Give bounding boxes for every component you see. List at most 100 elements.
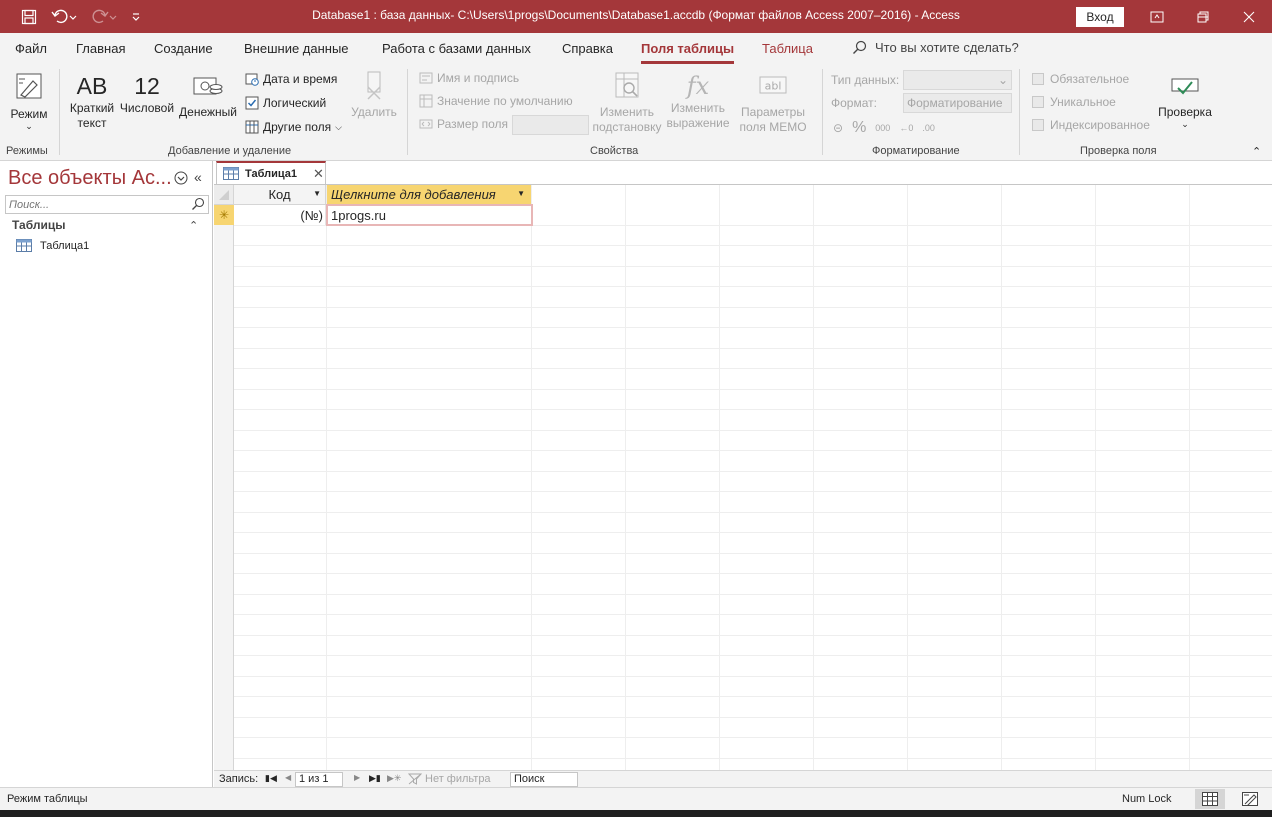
required-checkbox[interactable]: Обязательное [1032,72,1129,86]
modify-lookups-button[interactable]: Изменить подстановку [592,71,662,135]
first-record-icon[interactable]: ▮◀ [265,773,277,784]
nav-item-label: Таблица1 [40,239,90,252]
table-fields-icon [245,120,259,134]
validation-icon [1171,78,1199,95]
record-selector-column[interactable] [214,185,234,771]
cell-new-field-editing[interactable]: 1progs.ru [326,204,533,226]
next-record-icon[interactable]: ▶ [354,773,360,782]
format-select[interactable]: Форматирование [903,93,1012,113]
datasheet-view-button[interactable] [1195,789,1225,809]
increase-decimals-icon[interactable]: ←0 [899,123,913,133]
no-filter-button[interactable]: Нет фильтра [408,773,491,785]
last-record-icon[interactable]: ▶▮ [369,773,381,784]
previous-record-icon[interactable]: ◀ [285,773,291,782]
yes-no-button[interactable]: Логический [245,96,326,110]
validation-button[interactable]: Проверка ⌄ [1154,71,1216,129]
filter-icon [408,773,422,785]
search-icon[interactable] [191,197,205,214]
delete-field-button[interactable]: Удалить [348,71,400,120]
tab-help[interactable]: Справка [562,41,613,56]
tab-create[interactable]: Создание [154,41,213,56]
memo-settings-button[interactable]: abl Параметры поля MEMO [733,71,813,135]
data-type-select[interactable]: ⌄ [903,70,1012,90]
unique-checkbox[interactable]: Уникальное [1032,95,1116,109]
currency-button[interactable]: Денежный [177,71,239,120]
indexed-checkbox[interactable]: Индексированное [1032,118,1150,132]
tell-me-box[interactable]: Что вы хотите сделать? [852,40,1019,55]
signin-button[interactable]: Вход [1076,7,1124,27]
indexed-checkbox-box [1032,119,1044,131]
default-value-button[interactable]: Значение по умолчанию [419,94,573,108]
tab-file[interactable]: Файл [15,41,47,56]
taskbar-strip [0,810,1272,817]
column-dropdown-icon[interactable]: ▼ [517,189,525,198]
datasheet-search-input[interactable]: Поиск [510,772,578,787]
nav-group-tables[interactable]: Таблицы [12,218,65,232]
datasheet-view-icon [1202,792,1218,806]
more-fields-button[interactable]: Другие поля ⌵ [245,120,342,134]
doc-tab-table1[interactable]: Таблица1 ✕ [216,161,326,184]
close-icon[interactable] [1226,0,1272,33]
datasheet: Код ▼ Щелкните для добавления ▼ ✳ (№) 1p… [214,184,1272,771]
comma-style-icon[interactable]: 000 [875,123,890,133]
modify-expression-label-1: Изменить [670,101,726,115]
design-view-button[interactable] [1235,789,1265,809]
group-collapse-icon[interactable]: ⌃ [189,219,198,232]
memo-settings-label-2: поля MEMO [739,120,807,134]
memo-settings-label-1: Параметры [741,105,805,119]
currency-format-icon[interactable]: ⊝ [833,121,843,135]
required-checkbox-box [1032,73,1044,85]
select-all-corner[interactable] [214,185,234,205]
redo-icon[interactable] [88,7,120,27]
group-formatting-label: Форматирование [872,145,960,157]
name-caption-button[interactable]: Имя и подпись [419,71,519,85]
customize-qat-icon[interactable] [128,7,144,27]
tab-external-data[interactable]: Внешние данные [244,41,349,56]
collapse-ribbon-icon[interactable]: ⌃ [1252,145,1261,158]
tab-table[interactable]: Таблица [762,41,813,56]
short-text-button[interactable]: AB Краткий текст [66,71,118,131]
format-label: Формат: [831,96,877,110]
column-sort-icon[interactable]: ▼ [313,189,321,198]
close-tab-icon[interactable]: ✕ [313,166,324,182]
unique-label: Уникальное [1050,95,1116,109]
field-size-input[interactable] [512,115,589,135]
lookup-icon [615,72,639,98]
column-header-kod[interactable]: Код ▼ [234,185,326,205]
number-button[interactable]: 12 Числовой [118,71,176,116]
group-separator [59,69,60,155]
delete-field-label: Удалить [351,105,397,119]
tab-home[interactable]: Главная [76,41,125,56]
memo-field-icon: abl [759,76,787,94]
nav-pane-title[interactable]: Все объекты Ac... [8,167,172,190]
design-view-icon [1242,792,1258,806]
modify-lookups-label-2: подстановку [592,120,662,134]
decrease-decimals-icon[interactable]: .00 [922,123,935,133]
tab-table-fields[interactable]: Поля таблицы [641,41,735,64]
name-caption-icon [419,72,433,84]
new-record-icon[interactable]: ✳ [214,205,234,225]
current-record-input[interactable]: 1 из 1 [295,772,343,787]
cell-kod-new[interactable]: (№) [234,205,326,225]
tab-database-tools[interactable]: Работа с базами данных [382,41,531,56]
column-header-click-to-add[interactable]: Щелкните для добавления ▼ [327,185,531,205]
nav-options-icon[interactable] [174,171,188,188]
unique-checkbox-box [1032,96,1044,108]
new-blank-record-icon[interactable]: ▶✳ [387,773,401,784]
undo-icon[interactable] [48,7,80,27]
doc-tab-label: Таблица1 [245,167,297,180]
tell-me-label: Что вы хотите сделать? [875,40,1019,55]
restore-icon[interactable] [1180,0,1226,33]
view-mode-button[interactable]: Режим ⌄ [6,71,52,131]
date-time-button[interactable]: Дата и время [245,72,337,86]
nav-item-table1[interactable]: Таблица1 [16,239,89,252]
modify-expression-button[interactable]: fx Изменить выражение [664,71,732,131]
collapse-nav-icon[interactable]: « [194,169,202,185]
ribbon-display-options-icon[interactable] [1134,0,1180,33]
save-icon[interactable] [18,7,40,27]
status-numlock: Num Lock [1122,793,1172,805]
nav-search-input[interactable] [5,195,209,214]
group-add-delete-label: Добавление и удаление [168,145,292,157]
percent-icon[interactable]: % [852,119,866,137]
group-separator [822,69,823,155]
